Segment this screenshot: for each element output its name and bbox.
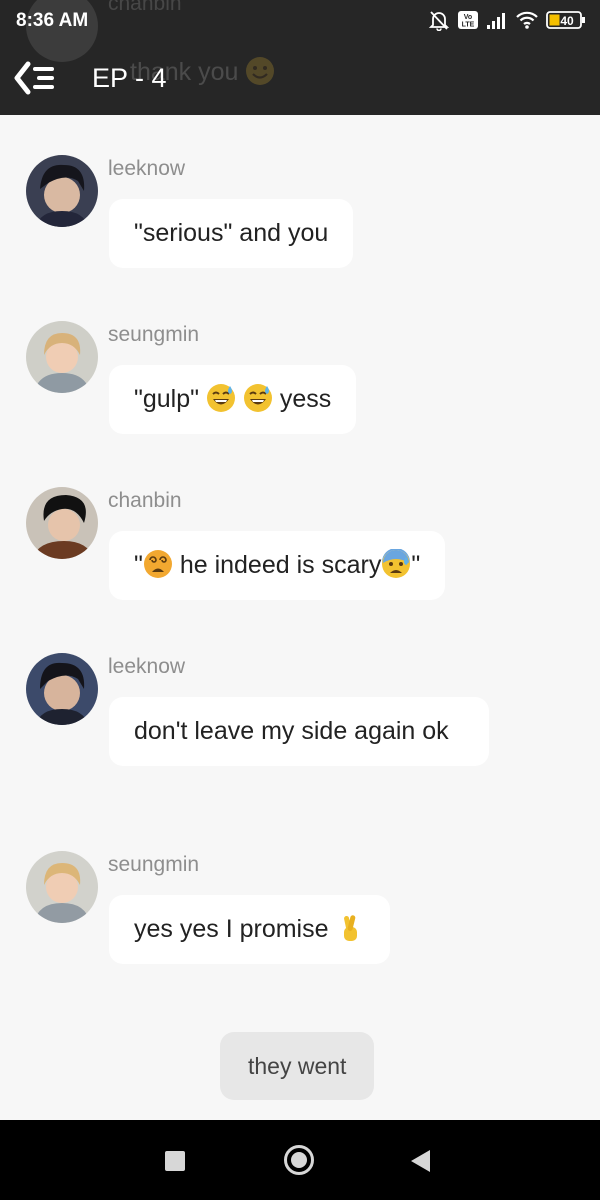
bell-muted-icon: [428, 11, 450, 31]
sender-name: seungmin: [108, 853, 200, 876]
home-button[interactable]: [284, 1145, 314, 1175]
avatar[interactable]: [26, 851, 98, 923]
status-time: 8:36 AM: [16, 10, 89, 31]
narration-bubble: they went: [220, 1032, 375, 1100]
signal-icon: [487, 13, 505, 29]
message-bubble: "gulp" yess: [109, 365, 357, 434]
avatar[interactable]: [26, 653, 98, 725]
message-bubble: "serious" and you: [109, 199, 354, 268]
avatar[interactable]: [26, 155, 98, 227]
chat-area[interactable]: leeknow "serious" and you seungmin "gulp…: [0, 115, 600, 1120]
anxious-sweat-emoji: [382, 549, 411, 578]
back-list-icon[interactable]: [14, 58, 60, 98]
sender-name: leeknow: [108, 157, 186, 180]
avatar[interactable]: [26, 487, 98, 559]
sender-name: leeknow: [108, 655, 186, 678]
crossed-fingers-emoji: [344, 915, 358, 941]
episode-title: EP - 4: [92, 63, 167, 93]
recents-button[interactable]: [165, 1151, 185, 1171]
wifi-icon: [516, 11, 538, 29]
status-icons: Vo LTE 40: [428, 9, 586, 31]
message-bubble: don't leave my side again ok: [109, 697, 489, 766]
message-bubble: " he indeed is scary ": [109, 531, 446, 600]
smile-emoji: [246, 57, 275, 85]
svg-text:LTE: LTE: [462, 22, 475, 29]
battery-icon: 40: [546, 11, 585, 29]
status-bar: 8:36 AM Vo LTE 40: [0, 0, 600, 42]
dizzy-face-emoji: [143, 550, 172, 578]
top-bar: chanbin thank you 8:36 AM Vo LTE 40 EP - …: [0, 0, 600, 115]
sender-name: chanbin: [108, 489, 182, 512]
svg-text:Vo: Vo: [464, 14, 472, 21]
sweat-smile-emoji: [206, 384, 235, 412]
volte-icon: VoLTE: [458, 11, 478, 29]
back-button[interactable]: [411, 1150, 430, 1172]
system-nav-bar: [0, 1120, 600, 1200]
sweat-smile-emoji: [243, 384, 272, 412]
avatar[interactable]: [26, 321, 98, 393]
sender-name: seungmin: [108, 323, 200, 346]
message-bubble: yes yes I promise: [109, 895, 391, 964]
battery-level: 40: [560, 14, 574, 28]
